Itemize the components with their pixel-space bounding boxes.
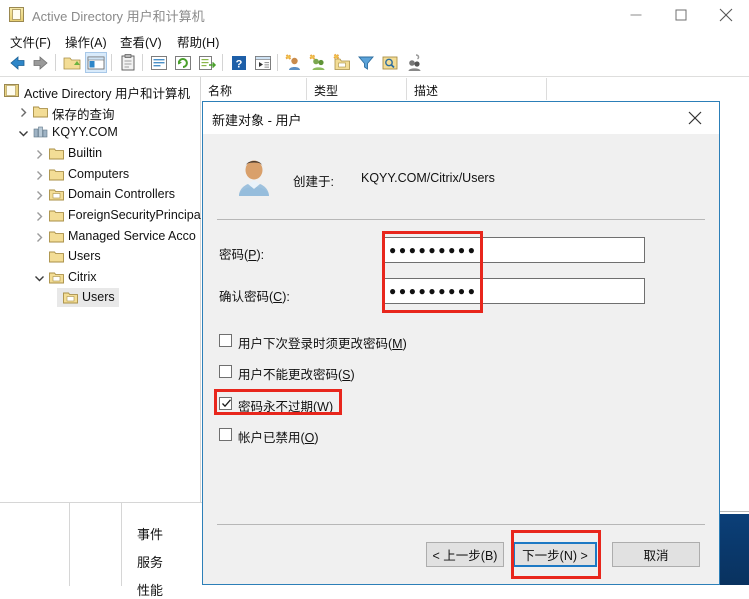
dialog-bottom-divider (217, 524, 705, 525)
list-view-icon[interactable] (149, 53, 169, 73)
tree-item-saved-queries-label: 保存的查询 (52, 104, 115, 123)
chevron-down-icon[interactable] (34, 273, 45, 284)
dialog-title: 新建对象 - 用户 (212, 110, 302, 129)
chevron-right-icon[interactable] (34, 190, 45, 201)
filter-icon[interactable] (356, 53, 376, 73)
user-avatar-icon (233, 156, 275, 198)
checkbox-password-never-expires-label: 密码永不过期(W) (238, 396, 333, 415)
column-header-description[interactable]: 描述 (407, 78, 547, 100)
toolbar: ? (0, 49, 749, 77)
list-column-headers: 名称 类型 描述 (201, 78, 749, 101)
tree-item-domain-controllers-label: Domain Controllers (68, 187, 175, 201)
help-icon[interactable]: ? (229, 53, 249, 73)
column-header-description-label: 描述 (414, 82, 438, 99)
new-object-user-dialog: 新建对象 - 用户 创建于: KQYY.COM/Citrix/Users 密码(… (202, 101, 720, 585)
chevron-right-icon[interactable] (34, 170, 45, 181)
bg-item-events[interactable]: 事件 (137, 524, 163, 543)
folder-icon (49, 230, 64, 243)
dialog-close-button[interactable] (675, 105, 715, 131)
tree-pane: Active Directory 用户和计算机 保存的查询 KQYY.COM (0, 77, 201, 502)
folder-icon (49, 209, 64, 222)
back-arrow-icon[interactable] (7, 53, 27, 73)
up-folder-icon[interactable] (62, 53, 82, 73)
folder-icon (49, 168, 64, 181)
tree-item-root-label: Active Directory 用户和计算机 (24, 83, 190, 102)
chevron-right-icon[interactable] (34, 211, 45, 222)
column-header-blank[interactable] (547, 78, 749, 100)
dialog-body: 创建于: KQYY.COM/Citrix/Users 密码(P): 确认密码(C… (203, 134, 719, 584)
window-titlebar: Active Directory 用户和计算机 (0, 0, 749, 30)
chevron-right-icon[interactable] (34, 232, 45, 243)
chevron-right-icon[interactable] (18, 107, 29, 118)
confirm-password-input[interactable] (384, 278, 645, 304)
new-user-icon[interactable] (284, 53, 304, 73)
ou-folder-icon (49, 271, 64, 284)
checkbox-box (219, 397, 232, 410)
column-header-type[interactable]: 类型 (307, 78, 407, 100)
tree-item-domain-label: KQYY.COM (52, 125, 118, 139)
tree-item-citrix-label: Citrix (68, 270, 96, 284)
svg-text:?: ? (236, 59, 243, 71)
console-root-icon (4, 84, 19, 97)
folder-icon (33, 105, 48, 118)
chevron-right-icon[interactable] (34, 149, 45, 160)
minimize-button[interactable] (613, 0, 658, 29)
close-button[interactable] (703, 0, 748, 29)
column-header-type-label: 类型 (314, 82, 338, 99)
new-ou-icon[interactable] (332, 53, 352, 73)
folder-icon (49, 250, 64, 263)
next-button[interactable]: 下一步(N) > (513, 542, 597, 567)
confirm-password-label: 确认密码(C): (219, 286, 290, 305)
checkbox-box (219, 428, 232, 441)
tree-item-managed-service-accounts-label: Managed Service Acco (68, 229, 196, 243)
tree-item-builtin-label: Builtin (68, 146, 102, 160)
domain-icon (33, 126, 48, 139)
cancel-button[interactable]: 取消 (612, 542, 700, 567)
dialog-top-divider (217, 219, 705, 220)
menu-bar: 文件(F) 操作(A) 查看(V) 帮助(H) (0, 30, 749, 49)
window-title: Active Directory 用户和计算机 (32, 6, 205, 25)
app-icon (9, 7, 24, 22)
console-icon[interactable] (253, 53, 273, 73)
maximize-button[interactable] (658, 0, 703, 29)
checkbox-cannot-change-password-label: 用户不能更改密码(S) (238, 364, 355, 383)
password-input[interactable] (384, 237, 645, 263)
column-header-name[interactable]: 名称 (201, 78, 307, 100)
tree-item-citrix-users-label: Users (82, 290, 115, 304)
tree-item-computers-label: Computers (68, 167, 129, 181)
properties-icon[interactable] (118, 53, 138, 73)
bg-item-services[interactable]: 服务 (137, 552, 163, 571)
checkbox-must-change-password-label: 用户下次登录时须更改密码(M) (238, 333, 407, 352)
password-label: 密码(P): (219, 244, 264, 263)
new-group-icon[interactable] (308, 53, 328, 73)
created-in-value: KQYY.COM/Citrix/Users (361, 171, 495, 185)
dialog-titlebar: 新建对象 - 用户 (203, 102, 719, 134)
checkbox-account-disabled-label: 帐户已禁用(O) (238, 427, 319, 446)
checkmark-icon (221, 398, 232, 409)
checkbox-box (219, 334, 232, 347)
refresh-icon[interactable] (173, 53, 193, 73)
checkbox-box (219, 365, 232, 378)
show-hide-tree-icon[interactable] (86, 53, 106, 73)
ou-folder-icon (49, 188, 64, 201)
tree-item-foreign-security-principals-label: ForeignSecurityPrincipa (68, 208, 201, 222)
export-list-icon[interactable] (197, 53, 217, 73)
column-header-name-label: 名称 (208, 82, 232, 99)
created-in-label: 创建于: (293, 171, 334, 190)
ou-folder-icon (63, 291, 78, 304)
back-button[interactable]: < 上一步(B) (426, 542, 504, 567)
bg-item-performance[interactable]: 性能 (137, 580, 163, 599)
forward-arrow-icon[interactable] (31, 53, 51, 73)
folder-icon (49, 147, 64, 160)
find-icon[interactable] (380, 53, 400, 73)
tree-item-users-label: Users (68, 249, 101, 263)
chevron-down-icon[interactable] (18, 128, 29, 139)
saved-query-icon[interactable] (404, 53, 424, 73)
